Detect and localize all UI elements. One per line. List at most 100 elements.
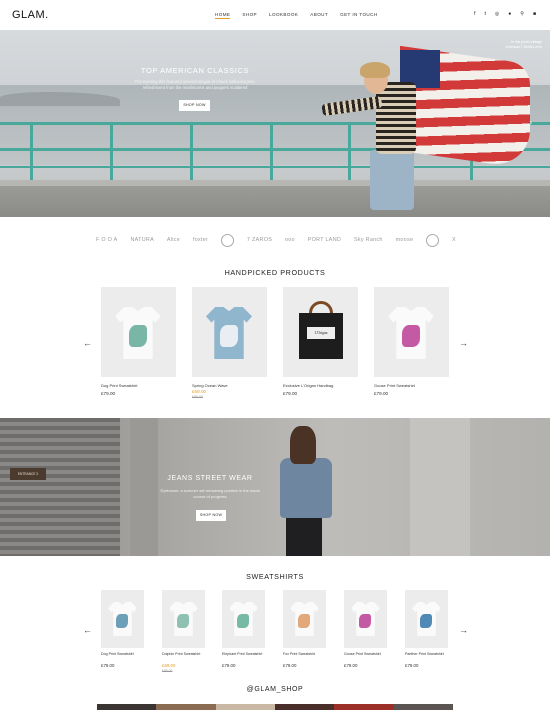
instagram-icon[interactable]: ◎ xyxy=(495,11,499,17)
brand-logo: ooo xyxy=(284,237,295,243)
street-model-jacket xyxy=(280,458,332,518)
brand-logos: F O O A NATURA Alice foxter 7 ZAROS ooo … xyxy=(96,233,456,247)
main-nav: HOME SHOP LOOKBOOK ABOUT GET IN TOUCH xyxy=(215,12,378,19)
product-image[interactable]: L'Origan xyxy=(283,287,358,377)
brand-logo: PORT LAND xyxy=(307,237,342,243)
handpicked-prev-arrow-icon[interactable]: ← xyxy=(83,338,92,348)
nav-get-in-touch[interactable]: GET IN TOUCH xyxy=(340,12,377,19)
nav-shop[interactable]: SHOP xyxy=(242,12,257,19)
hero-banner: TOP AMERICAN CLASSICS The evening this f… xyxy=(0,30,550,217)
street-shop-now-button[interactable]: SHOP NOW xyxy=(196,510,226,521)
street-pillar xyxy=(410,418,470,556)
product-name[interactable]: Elephant Print Sweatshirt xyxy=(222,652,272,657)
brand-logo: F O O A xyxy=(96,237,118,243)
sweatshirt-card[interactable]: Panther Print Sweatshirt £79.00 xyxy=(405,590,448,668)
hero-shop-now-button[interactable]: SHOP NOW xyxy=(179,100,210,111)
dog-print-graphic xyxy=(129,325,147,347)
nav-lookbook[interactable]: LOOKBOOK xyxy=(269,12,298,19)
tshirt-image xyxy=(229,602,258,636)
street-model-hair xyxy=(290,426,316,464)
product-image[interactable] xyxy=(162,590,205,648)
product-name[interactable]: Goose Print Sweatshirt xyxy=(374,383,415,388)
street-model-legs xyxy=(286,516,322,556)
product-image[interactable] xyxy=(344,590,387,648)
product-sale-price: £69.00 xyxy=(162,663,176,668)
sweatshirts-prev-arrow-icon[interactable]: ← xyxy=(83,625,92,635)
sweatshirts-next-arrow-icon[interactable]: → xyxy=(459,625,468,635)
product-card[interactable]: Goose Print Sweatshirt £79.00 xyxy=(374,287,449,396)
street-text: Eyebrows: a summer set remaining positiv… xyxy=(160,488,260,499)
product-card[interactable]: Spring Ocean Wave £69.00 £85.00 xyxy=(192,287,267,399)
fox-print-graphic xyxy=(298,614,310,628)
product-old-price: £85.00 xyxy=(192,395,203,399)
product-price: £79.00 xyxy=(374,391,389,396)
product-old-price: £85.00 xyxy=(162,669,173,673)
product-image[interactable] xyxy=(192,287,267,377)
handpicked-next-arrow-icon[interactable]: → xyxy=(459,338,468,348)
product-image[interactable] xyxy=(374,287,449,377)
product-name[interactable]: Panther Print Sweatshirt xyxy=(405,652,455,657)
product-image[interactable] xyxy=(101,287,176,377)
brand-logo: Alice xyxy=(166,237,181,243)
product-card[interactable]: L'Origan Exclusive L'Origan Handbag £79.… xyxy=(283,287,358,396)
instagram-photo-strip xyxy=(97,704,453,710)
sweatshirt-card[interactable]: Dog Print Sweatshirt £79.00 xyxy=(101,590,144,668)
nav-about[interactable]: ABOUT xyxy=(310,12,328,19)
product-price: £79.00 xyxy=(344,663,358,668)
user-icon[interactable]: ● xyxy=(508,11,511,17)
product-image[interactable] xyxy=(222,590,265,648)
product-card[interactable]: Dog Print Sweatshirt £79.00 xyxy=(101,287,176,396)
sweatshirt-card[interactable]: Dolphin Print Sweatshirt £69.00 £85.00 xyxy=(162,590,205,673)
sweatshirt-card[interactable]: Elephant Print Sweatshirt £79.00 xyxy=(222,590,265,668)
facebook-icon[interactable]: f xyxy=(474,11,475,17)
product-price: £79.00 xyxy=(405,663,419,668)
product-price: £79.00 xyxy=(222,663,236,668)
brand-logo: 7 ZAROS xyxy=(246,237,273,243)
product-name[interactable]: Dog Print Sweatshirt xyxy=(101,652,151,657)
hero-next-arrow-icon[interactable]: › xyxy=(529,118,532,127)
hero-rail-post xyxy=(30,122,33,182)
instagram-photo[interactable] xyxy=(215,704,275,710)
wave-print-graphic xyxy=(220,325,238,347)
product-name[interactable]: Fox Print Sweatshirt xyxy=(283,652,333,657)
search-icon[interactable]: ⚲ xyxy=(520,11,524,17)
hero-rail-low xyxy=(0,166,550,168)
product-price: £79.00 xyxy=(101,663,115,668)
site-logo[interactable]: GLAM. xyxy=(12,9,49,21)
instagram-photo[interactable] xyxy=(334,704,394,710)
hero-rail-post xyxy=(110,122,113,182)
instagram-photo[interactable] xyxy=(274,704,335,710)
tshirt-image xyxy=(290,602,319,636)
product-image[interactable] xyxy=(283,590,326,648)
brand-logo: foxter xyxy=(192,237,209,243)
sweatshirt-card[interactable]: Fox Print Sweatshirt £79.00 xyxy=(283,590,326,668)
product-image[interactable] xyxy=(101,590,144,648)
product-name[interactable]: Dolphin Print Sweatshirt xyxy=(162,652,212,657)
tshirt-image xyxy=(388,307,434,359)
product-price: £79.00 xyxy=(283,391,298,396)
hero-ledge-top xyxy=(0,180,550,186)
street-sign: ENTRANCE 3 xyxy=(10,468,46,480)
tshirt-image xyxy=(115,307,161,359)
product-name[interactable]: Dog Print Sweatshirt xyxy=(101,383,137,388)
tshirt-image xyxy=(412,602,441,636)
hero-photo-credit: In this photo Vintage American T-Shirts … xyxy=(505,40,542,49)
product-price: £79.00 xyxy=(283,663,297,668)
brand-logo: Sky Ranch xyxy=(353,237,383,243)
product-name[interactable]: Exclusive L'Origan Handbag xyxy=(283,383,333,388)
cart-icon[interactable]: ■ xyxy=(533,11,536,17)
product-image[interactable] xyxy=(405,590,448,648)
product-sale-price: £69.00 xyxy=(192,389,207,394)
nav-home[interactable]: HOME xyxy=(215,12,231,19)
product-name[interactable]: Goose Print Sweatshirt xyxy=(344,652,394,657)
twitter-icon[interactable]: t xyxy=(485,11,486,17)
hero-hills xyxy=(0,92,120,106)
instagram-photo[interactable] xyxy=(156,704,216,710)
sweatshirt-card[interactable]: Goose Print Sweatshirt £79.00 xyxy=(344,590,387,668)
street-building xyxy=(0,418,120,556)
instagram-photo[interactable] xyxy=(97,704,157,710)
product-name[interactable]: Spring Ocean Wave xyxy=(192,383,228,388)
handpicked-title: HANDPICKED PRODUCTS xyxy=(224,268,326,277)
instagram-photo[interactable] xyxy=(393,704,453,710)
dog-print-graphic xyxy=(116,614,128,628)
